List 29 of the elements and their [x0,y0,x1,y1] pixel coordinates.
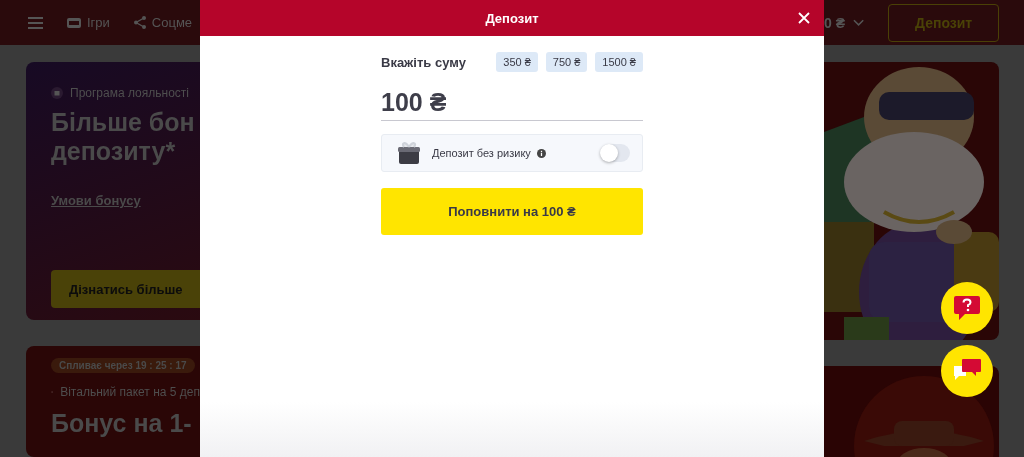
timer-badge: Спливає через 19 : 25 : 17 [51,357,195,373]
question-chat-icon [953,295,981,321]
balance-text[interactable]: 0 ₴ [824,14,845,31]
modal-title: Депозит [485,10,539,26]
promo-title: депозиту* [51,137,177,166]
header-deposit-button[interactable]: Депозит [888,3,999,42]
bonus-terms-link[interactable]: Умови бонусу [51,193,141,208]
amount-chip[interactable]: 1500 ₴ [595,52,643,72]
promo-title: Більше бон [51,108,196,137]
promo-tag: Вітальний пакет на 5 деп [60,384,200,399]
close-icon[interactable] [798,12,810,24]
amount-field[interactable]: 100 ₴ [381,88,643,121]
amount-chip[interactable]: 750 ₴ [545,52,588,72]
share-icon [133,16,146,29]
slot-machine-icon [67,16,81,29]
nav-link[interactable]: Соцме [151,15,193,30]
top-up-button[interactable]: Поповнити на 100 ₴ [381,188,643,235]
learn-more-button[interactable]: Дізнатись більше [51,270,200,308]
risk-free-label: Депозит без ризику [432,147,531,159]
chat-button[interactable] [941,345,993,397]
amount-label: Вкажіть суму [381,54,466,70]
risk-free-toggle[interactable] [600,144,630,162]
info-icon[interactable] [536,148,546,158]
nav-link[interactable]: Ігри [87,15,110,30]
promo-title: Бонус на 1- [51,408,193,438]
promo-tag: Програма лояльності [70,86,189,100]
menu-icon[interactable] [28,16,43,29]
amount-chip[interactable]: 350 ₴ [496,52,538,72]
gift-box-icon [396,140,422,166]
